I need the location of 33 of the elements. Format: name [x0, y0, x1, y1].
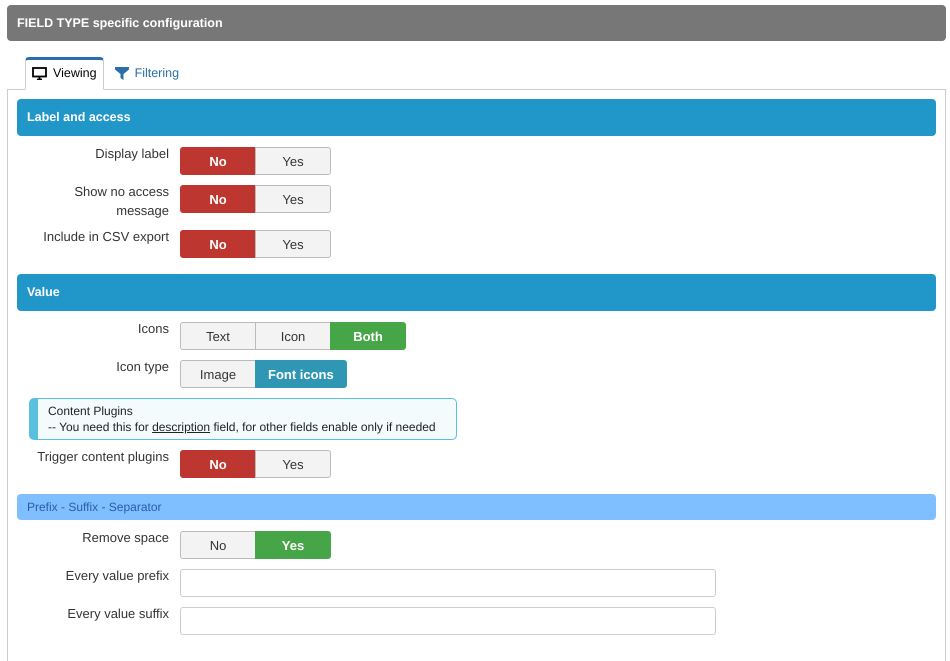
toggle-option[interactable]: No [180, 185, 256, 213]
tab[interactable]: Viewing [25, 57, 104, 90]
input-field[interactable] [180, 569, 716, 597]
toggle-option[interactable]: Icon [255, 322, 331, 350]
toggle-option[interactable]: Text [180, 322, 256, 350]
input-field[interactable] [180, 607, 716, 635]
toggle-option[interactable]: Yes [255, 147, 331, 175]
subsection-header: Prefix - Suffix - Separator [17, 494, 936, 520]
field-label: Every value prefix [64, 567, 169, 585]
field-label: Include in CSV export [42, 228, 169, 246]
field-label: Icon type [115, 358, 169, 376]
section-header: FIELD TYPE specific configuration [7, 5, 946, 41]
field-label: Remove space [81, 529, 169, 547]
monitor-icon [32, 66, 47, 80]
field-label: Every value suffix [66, 605, 169, 623]
note-text: -- You need this for description field, for other fields enable only if needed [48, 419, 437, 435]
field-label: Trigger content plugins [36, 448, 169, 466]
toggle-option[interactable]: Yes [255, 230, 331, 258]
toggle-option[interactable]: Image [180, 360, 256, 388]
toggle-option[interactable]: Yes [255, 450, 331, 478]
note-title: Content Plugins [48, 403, 134, 419]
toggle-option[interactable]: No [180, 531, 256, 559]
tab[interactable]: Filtering [108, 57, 186, 90]
field-label: Icons [136, 320, 169, 338]
field-label: Display label [94, 145, 169, 163]
toggle-option[interactable]: Yes [255, 185, 331, 213]
funnel-icon [114, 66, 129, 80]
field-label: Show no access message [73, 183, 169, 220]
toggle-option[interactable]: No [180, 450, 256, 478]
toggle-option[interactable]: No [180, 230, 256, 258]
toggle-option[interactable]: No [180, 147, 256, 175]
section-header: Value [17, 274, 936, 311]
section-header: Label and access [17, 99, 936, 136]
